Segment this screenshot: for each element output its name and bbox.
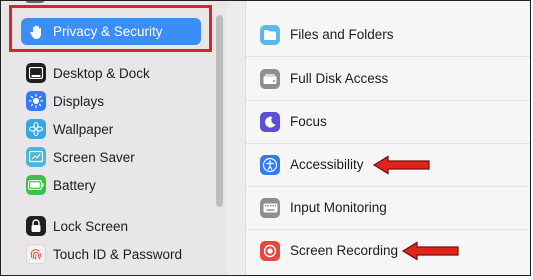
- row-label: Screen Recording: [290, 243, 399, 258]
- sidebar: Privacy & Security Desktop & Dock Displa…: [1, 1, 227, 275]
- keyboard-icon: [260, 197, 280, 218]
- highlight-box: [9, 5, 212, 52]
- sidebar-item-touch-id[interactable]: Touch ID & Password: [21, 241, 211, 267]
- folder-icon: [260, 24, 280, 45]
- row-label: Input Monitoring: [290, 200, 387, 215]
- sidebar-scrollbar[interactable]: [216, 15, 223, 207]
- row-screen-recording[interactable]: Screen Recording: [246, 229, 530, 272]
- sun-icon: [26, 91, 46, 111]
- sidebar-item-label: Lock Screen: [53, 218, 129, 234]
- flower-icon: [26, 119, 46, 139]
- sidebar-item-label: Wallpaper: [53, 121, 114, 137]
- sidebar-item-lock-screen[interactable]: Lock Screen: [21, 213, 211, 239]
- sidebar-item-displays[interactable]: Displays: [21, 88, 211, 114]
- settings-window: Privacy & Security Desktop & Dock Displa…: [0, 0, 531, 276]
- privacy-list: Files and Folders Full Disk Access Focus: [245, 1, 530, 275]
- main-pane: Files and Folders Full Disk Access Focus: [227, 1, 530, 275]
- row-label: Files and Folders: [290, 27, 394, 42]
- row-focus[interactable]: Focus: [246, 100, 530, 143]
- disk-icon: [260, 68, 280, 89]
- row-label: Accessibility: [290, 157, 364, 172]
- arrow-left-icon: [402, 241, 459, 261]
- screen-saver-icon: [26, 147, 46, 167]
- row-label: Focus: [290, 114, 327, 129]
- sidebar-item-label: Desktop & Dock: [53, 65, 150, 81]
- fingerprint-icon: [26, 244, 46, 264]
- sidebar-item-label: Displays: [53, 93, 105, 109]
- battery-icon: [26, 175, 46, 195]
- record-icon: [260, 240, 280, 261]
- row-label: Full Disk Access: [290, 71, 389, 86]
- arrow-left-icon: [373, 155, 430, 175]
- row-full-disk-access[interactable]: Full Disk Access: [246, 57, 530, 100]
- accessibility-icon: [260, 154, 280, 175]
- row-input-monitoring[interactable]: Input Monitoring: [246, 186, 530, 229]
- lock-icon: [26, 216, 46, 236]
- sidebar-item-label: Touch ID & Password: [53, 246, 183, 262]
- row-files-and-folders[interactable]: Files and Folders: [246, 13, 530, 56]
- sidebar-item-screen-saver[interactable]: Screen Saver: [21, 144, 211, 170]
- moon-icon: [260, 111, 280, 132]
- sidebar-item-battery[interactable]: Battery: [21, 172, 211, 198]
- sidebar-item-label: Battery: [53, 177, 96, 193]
- sidebar-item-desktop-dock[interactable]: Desktop & Dock: [21, 60, 211, 86]
- sidebar-item-wallpaper[interactable]: Wallpaper: [21, 116, 211, 142]
- dock-icon: [26, 63, 46, 83]
- sidebar-item-label: Screen Saver: [53, 149, 135, 165]
